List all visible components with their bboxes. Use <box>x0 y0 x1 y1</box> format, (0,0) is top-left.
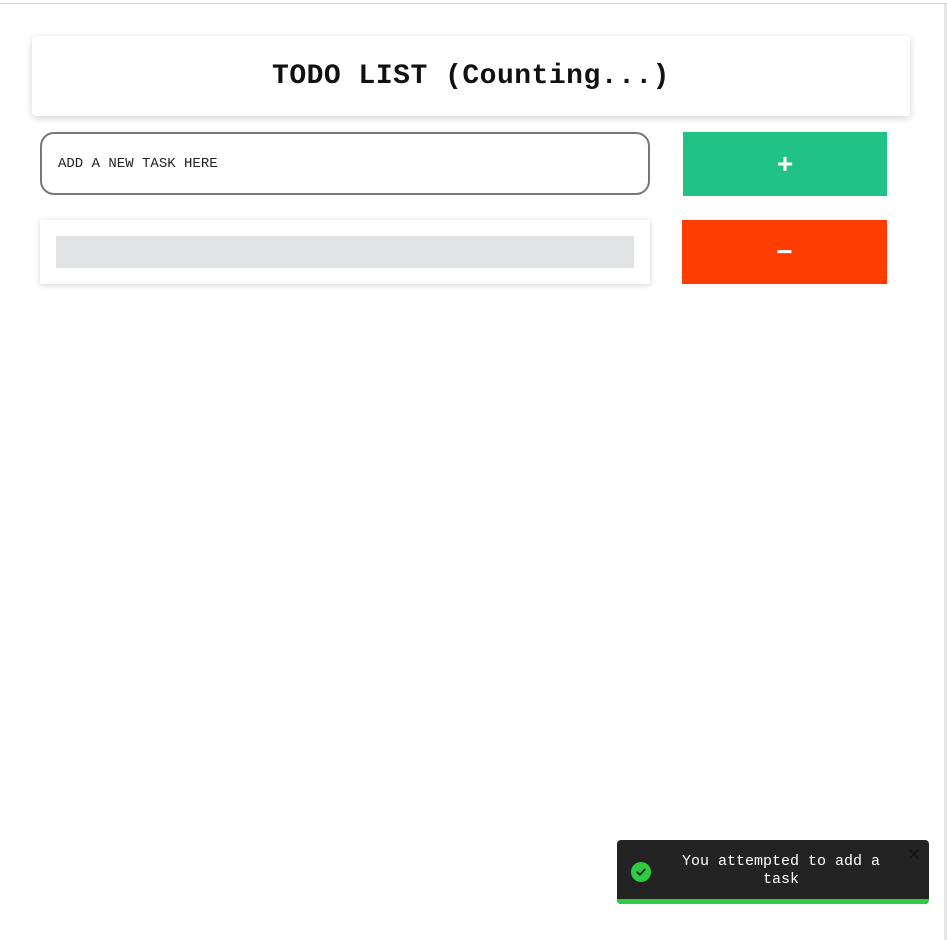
remove-task-button[interactable]: − <box>682 220 887 284</box>
toast-notification: You attempted to add a task <box>617 840 929 904</box>
top-divider <box>0 3 947 4</box>
task-item <box>40 220 650 284</box>
toast-message: You attempted to add a task <box>681 853 881 888</box>
remove-button-label: − <box>776 236 793 267</box>
check-circle-icon <box>631 862 651 882</box>
add-task-button[interactable]: + <box>683 132 887 196</box>
close-icon[interactable] <box>907 847 921 861</box>
add-button-label: + <box>776 148 794 179</box>
task-text-placeholder <box>56 236 634 268</box>
header-card: TODO LIST (Counting...) <box>32 36 910 116</box>
new-task-input[interactable] <box>40 132 650 195</box>
page-title: TODO LIST (Counting...) <box>272 60 670 92</box>
toast-progress-bar <box>617 899 929 904</box>
